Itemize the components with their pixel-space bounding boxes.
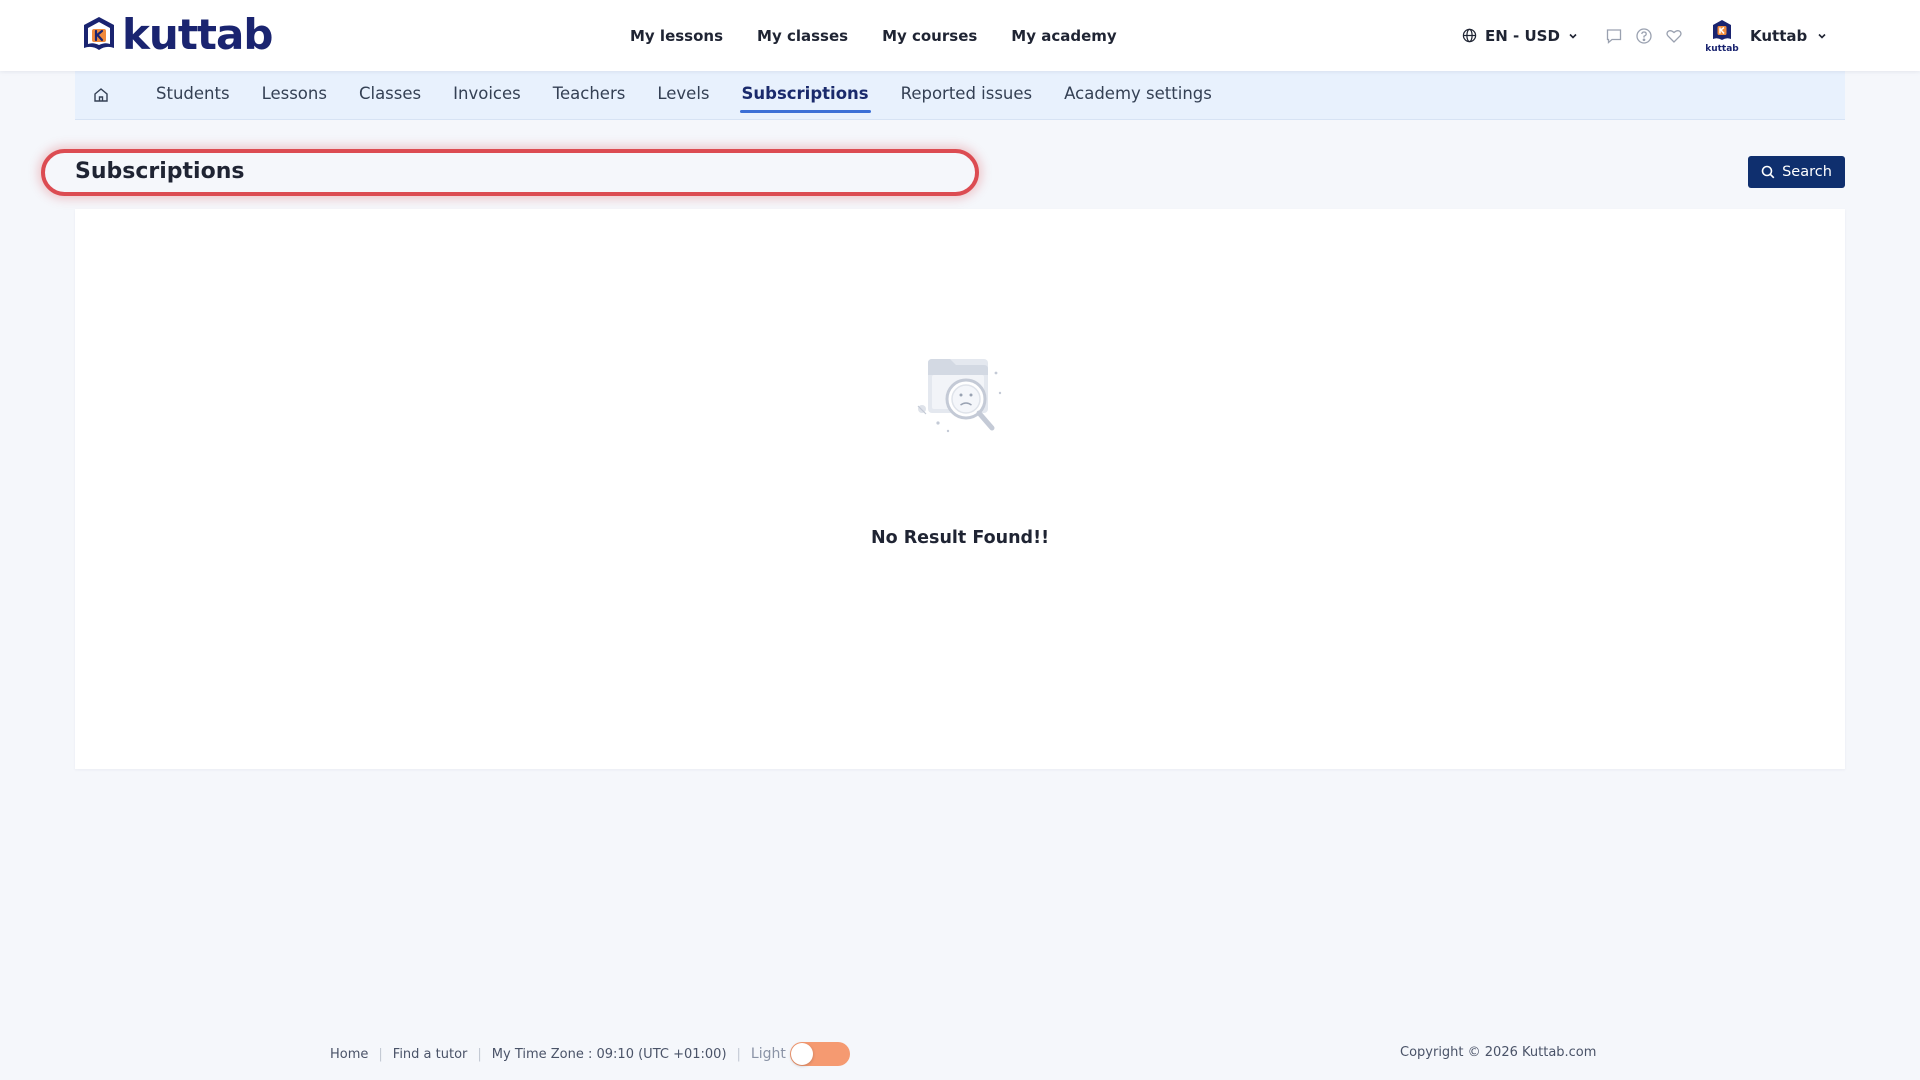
top-nav: My lessons My classes My courses My acad… bbox=[630, 0, 1117, 71]
nav-my-classes[interactable]: My classes bbox=[757, 27, 848, 45]
copyright: Copyright © 2026 Kuttab.com bbox=[1400, 1045, 1597, 1060]
chevron-down-icon bbox=[1569, 33, 1577, 39]
footer-timezone: My Time Zone : 09:10 (UTC +01:00) bbox=[491, 1046, 727, 1062]
subscriptions-card: No Result Found!! bbox=[75, 209, 1845, 769]
tab-levels[interactable]: Levels bbox=[641, 71, 725, 120]
theme-toggle[interactable] bbox=[789, 1042, 850, 1066]
theme-label: Light bbox=[750, 1046, 786, 1062]
logo-text: kuttab bbox=[122, 10, 273, 59]
tab-teachers[interactable]: Teachers bbox=[537, 71, 642, 120]
top-header: kuttab My lessons My classes My courses … bbox=[0, 0, 1920, 71]
search-icon bbox=[1761, 165, 1775, 179]
empty-state-message: No Result Found!! bbox=[870, 528, 1050, 548]
academy-subnav: Students Lessons Classes Invoices Teache… bbox=[75, 71, 1845, 120]
tab-classes[interactable]: Classes bbox=[343, 71, 437, 120]
home-icon[interactable] bbox=[92, 86, 110, 104]
footer-separator: | bbox=[736, 1046, 741, 1062]
chevron-down-icon bbox=[1818, 33, 1826, 39]
header-icons bbox=[1605, 0, 1683, 71]
footer-find-tutor-link[interactable]: Find a tutor bbox=[393, 1047, 468, 1062]
footer-separator: | bbox=[378, 1046, 383, 1062]
language-currency-selector[interactable]: EN - USD bbox=[1462, 0, 1578, 71]
help-icon[interactable] bbox=[1635, 27, 1653, 45]
tab-reported-issues[interactable]: Reported issues bbox=[885, 71, 1049, 120]
search-button-label: Search bbox=[1782, 164, 1832, 180]
tab-students[interactable]: Students bbox=[140, 71, 246, 120]
empty-folder-search-icon bbox=[917, 359, 1002, 433]
messages-icon[interactable] bbox=[1605, 27, 1623, 45]
globe-icon bbox=[1462, 28, 1477, 43]
footer-links: Home | Find a tutor | My Time Zone : 09:… bbox=[330, 1041, 850, 1067]
tab-subscriptions[interactable]: Subscriptions bbox=[726, 71, 885, 120]
kuttab-logo[interactable]: kuttab bbox=[78, 10, 273, 59]
favorites-heart-icon[interactable] bbox=[1665, 27, 1683, 45]
page-title: Subscriptions bbox=[75, 159, 245, 184]
subnav-tabs: Students Lessons Classes Invoices Teache… bbox=[140, 71, 1228, 120]
footer-home-link[interactable]: Home bbox=[330, 1047, 368, 1062]
nav-my-lessons[interactable]: My lessons bbox=[630, 27, 723, 45]
user-name: Kuttab bbox=[1750, 26, 1808, 45]
tab-lessons[interactable]: Lessons bbox=[246, 71, 343, 120]
locale-label: EN - USD bbox=[1485, 26, 1560, 45]
footer-separator: | bbox=[477, 1046, 482, 1062]
kuttab-logo-mark-icon bbox=[84, 17, 114, 50]
nav-my-academy[interactable]: My academy bbox=[1011, 27, 1116, 45]
search-button[interactable]: Search bbox=[1748, 156, 1845, 188]
tab-academy-settings[interactable]: Academy settings bbox=[1048, 71, 1228, 120]
user-menu[interactable]: kuttab Kuttab bbox=[1704, 0, 1827, 71]
tab-invoices[interactable]: Invoices bbox=[437, 71, 537, 120]
avatar: kuttab bbox=[1705, 19, 1739, 54]
avatar-wordmark: kuttab bbox=[1705, 44, 1739, 54]
nav-my-courses[interactable]: My courses bbox=[882, 27, 977, 45]
